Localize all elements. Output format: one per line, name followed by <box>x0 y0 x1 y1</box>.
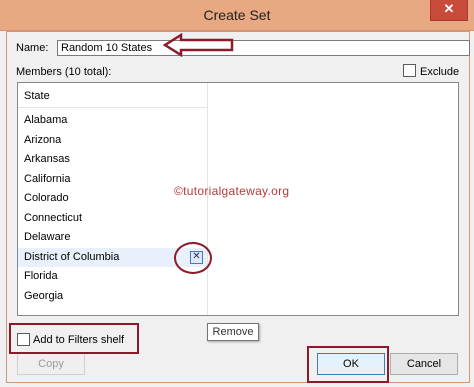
list-item[interactable]: Georgia <box>18 287 207 306</box>
list-item[interactable]: Delaware <box>18 228 207 247</box>
close-button[interactable]: ✕ <box>430 0 468 21</box>
remove-highlight-circle <box>174 242 212 274</box>
exclude-checkbox[interactable] <box>403 64 416 77</box>
copy-button[interactable]: Copy <box>17 353 85 375</box>
filters-highlight-box <box>9 323 139 354</box>
name-input[interactable] <box>57 40 470 56</box>
watermark: ©tutorialgateway.org <box>174 184 290 198</box>
list-item-label: Florida <box>24 270 58 282</box>
list-item[interactable]: Alabama <box>18 111 207 130</box>
list-item-label: California <box>24 172 71 185</box>
members-list[interactable]: State Alabama Arizona Arkansas California Co… <box>17 82 459 341</box>
exclude-label: Exclude <box>420 66 460 78</box>
list-item-label: Arizona <box>24 133 62 146</box>
window-title: Create Set <box>203 7 271 23</box>
list-item-label: Delaware <box>24 231 71 243</box>
list-item-label: Connecticut <box>24 211 83 224</box>
remove-tooltip: Remove <box>207 323 259 341</box>
list-item-label: Alabama <box>24 114 68 126</box>
members-label: Members (10 total): <box>16 66 112 78</box>
list-item[interactable]: Arizona <box>18 131 207 150</box>
list-item[interactable]: Florida <box>18 267 207 286</box>
list-item-label: District of Columbia <box>24 250 120 263</box>
list-item[interactable]: Arkansas <box>18 150 207 169</box>
list-item-label: Georgia <box>24 289 64 302</box>
pointer-arrow-icon <box>163 33 234 57</box>
title-bar: Create Set ✕ <box>0 0 474 31</box>
ok-highlight-box <box>307 346 389 383</box>
name-label: Name: <box>16 42 49 54</box>
close-icon: ✕ <box>443 1 455 16</box>
list-item-label: Colorado <box>24 192 69 204</box>
column-header-label: State <box>24 90 50 102</box>
column-header-state[interactable]: State <box>18 83 207 108</box>
column-divider <box>207 83 208 315</box>
list-item[interactable]: Connecticut <box>18 209 207 228</box>
list-item-label: Arkansas <box>24 153 70 165</box>
cancel-button[interactable]: Cancel <box>390 353 458 375</box>
